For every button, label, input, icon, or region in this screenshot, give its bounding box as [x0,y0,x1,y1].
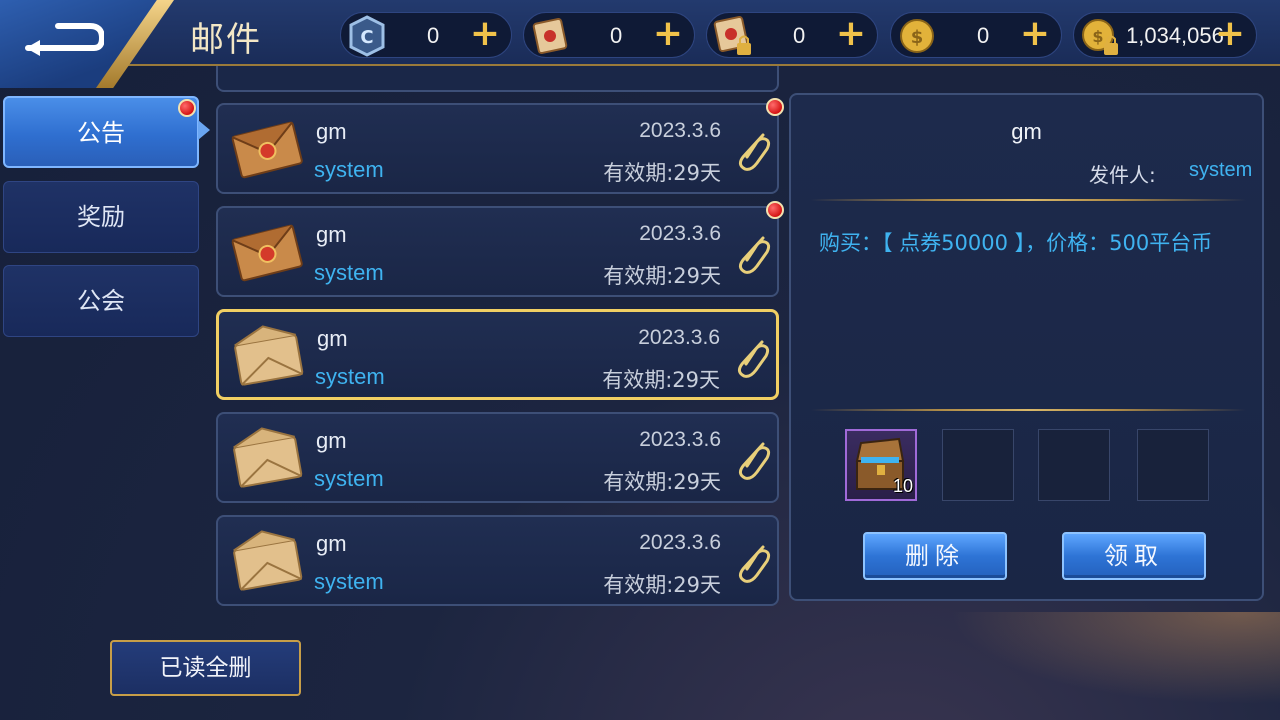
tab-label: 奖励 [77,203,125,231]
detail-title: gm [1011,119,1042,144]
currency-locked-scroll: 0 + [706,12,878,58]
divider [811,409,1246,411]
coupon-token-icon: C [349,15,385,57]
add-currency-button[interactable]: + [1017,16,1053,53]
mail-expiry: 有效期:29天 [603,470,721,494]
attachment-slot[interactable]: 10 [845,429,917,501]
mail-date: 2023.3.6 [639,428,721,451]
mail-expiry: 有效期:29天 [603,161,721,185]
svg-text:C: C [360,27,373,48]
attachment-slot-empty [1137,429,1209,501]
mail-sender: gm [316,222,347,247]
mail-item[interactable]: gm system 2023.3.6 有效期:29天 [216,515,779,606]
delete-button[interactable]: 删除 [863,532,1007,580]
mail-from: system [314,569,384,594]
mail-expiry: 有效期:29天 [603,264,721,288]
mail-expiry: 有效期:29天 [603,573,721,597]
unread-badge [178,99,196,117]
mail-from: system [314,466,384,491]
mail-sender: gm [316,119,347,144]
currency-value: 1,034,056 [1126,23,1224,48]
mail-detail-panel: gm 发件人: system 购买：【 点券50000 】，价格：500平台币 … [789,93,1264,601]
attachment-clip-icon [738,236,771,274]
unread-badge [766,201,784,219]
background-glow [900,612,1280,720]
add-currency-button[interactable]: + [1212,16,1248,53]
attachment-clip-icon [738,133,771,171]
add-currency-button[interactable]: + [833,16,869,53]
attachment-slot-empty [1038,429,1110,501]
currency-value: 0 [977,23,990,48]
mail-from: system [314,260,384,285]
mail-date: 2023.3.6 [639,119,721,142]
tab-announcement[interactable]: 公告 [3,96,199,168]
add-currency-button[interactable]: + [467,16,503,53]
scroll-icon [532,17,568,55]
open-envelope-icon [233,530,303,591]
mail-item[interactable]: gm system 2023.3.6 有效期:29天 [216,412,779,503]
delete-all-read-button[interactable]: 已读全删 [110,640,301,696]
claim-button[interactable]: 领取 [1062,532,1206,580]
tab-rewards[interactable]: 奖励 [3,181,199,253]
attachment-slot-empty [942,429,1014,501]
mail-sender: gm [316,428,347,453]
svg-text:$: $ [1092,27,1103,46]
add-currency-button[interactable]: + [650,16,686,53]
mail-item[interactable]: gm system 2023.3.6 有效期:29天 [216,206,779,297]
currency-locked-gold: $ 1,034,056 + [1073,12,1257,58]
sealed-envelope-icon [231,121,303,179]
item-count: 10 [892,476,913,496]
mail-from: system [315,364,385,389]
sealed-envelope-icon [231,224,303,282]
tab-label: 公告 [77,119,125,147]
mail-item[interactable]: gm system 2023.3.6 有效期:29天 [216,103,779,194]
attachment-clip-icon [738,442,771,480]
attachment-clip-icon [737,340,770,378]
mail-date: 2023.3.6 [639,531,721,554]
list-item-partial [216,66,779,92]
page-title: 邮件 [190,20,262,60]
currency-value: 0 [427,23,440,48]
mail-sender: gm [317,326,348,351]
back-arrow-icon[interactable] [24,18,104,58]
tab-label: 公会 [77,287,125,315]
top-bar: 邮件 C 0 + 0 + 0 + $ 0 + $ 1,034,056 + [0,0,1280,88]
open-envelope-icon [234,325,304,386]
currency-gold: $ 0 + [890,12,1062,58]
attachment-clip-icon [738,545,771,583]
mail-sender: gm [316,531,347,556]
divider [811,199,1246,201]
locked-scroll-icon [713,15,751,55]
mail-date: 2023.3.6 [638,326,720,349]
tab-guild[interactable]: 公会 [3,265,199,337]
svg-text:$: $ [911,27,924,48]
sender-label: 发件人: [1089,163,1156,187]
mail-expiry: 有效期:29天 [602,368,720,392]
currency-scroll: 0 + [523,12,695,58]
gold-coin-icon: $ [900,19,934,53]
open-envelope-icon [233,427,303,488]
mail-item-selected[interactable]: gm system 2023.3.6 有效期:29天 [216,309,779,400]
active-tab-pointer [198,120,210,140]
mail-from: system [314,157,384,182]
currency-value: 0 [793,23,806,48]
detail-sender: system [1189,159,1253,181]
locked-gold-coin-icon: $ [1082,19,1118,55]
mail-body: 购买：【 点券50000 】，价格：500平台币 [819,231,1213,255]
unread-badge [766,98,784,116]
mail-date: 2023.3.6 [639,222,721,245]
currency-coupon: C 0 + [340,12,512,58]
currency-value: 0 [610,23,623,48]
